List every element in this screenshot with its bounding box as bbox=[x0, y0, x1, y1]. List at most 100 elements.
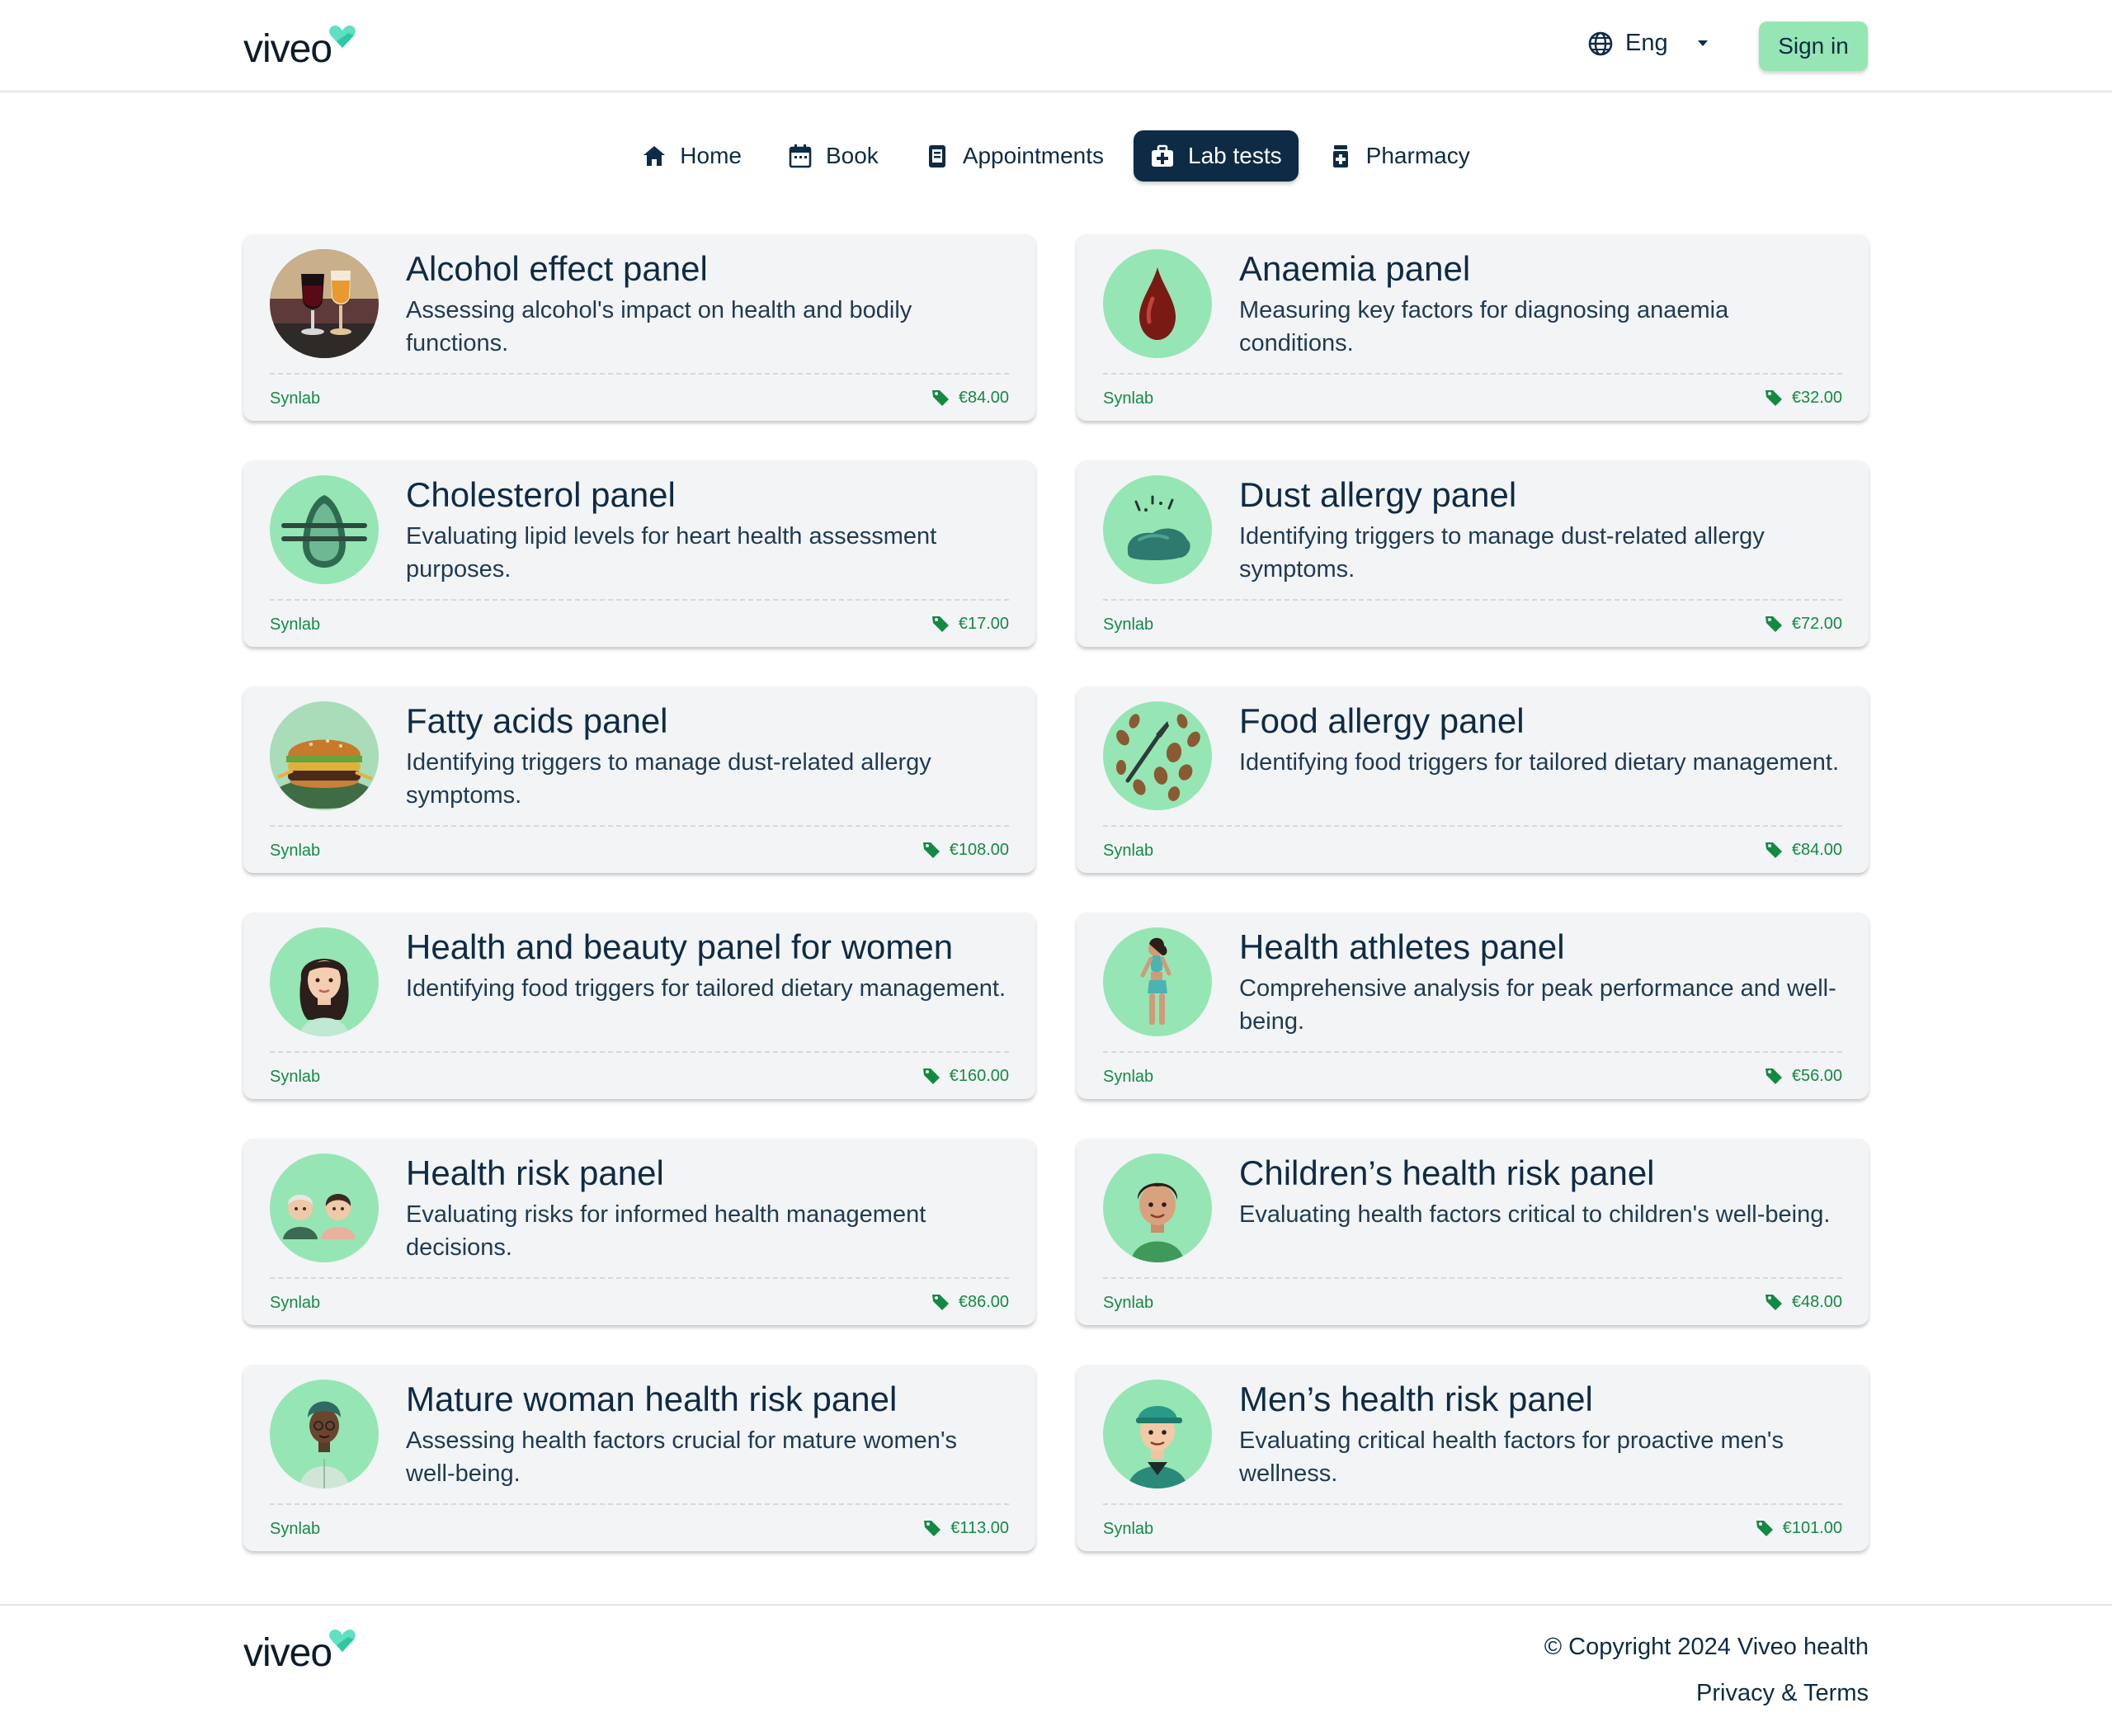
provider-label: Synlab bbox=[270, 389, 321, 408]
lab-test-card[interactable]: Men’s health risk panel Evaluating criti… bbox=[1077, 1365, 1869, 1551]
card-description: Assessing health factors crucial for mat… bbox=[406, 1427, 957, 1487]
provider-label: Synlab bbox=[270, 1068, 321, 1086]
wine-glasses-image bbox=[270, 249, 379, 358]
heart-icon bbox=[329, 1630, 356, 1652]
viveo-footer-logo[interactable]: viveo bbox=[243, 1629, 356, 1673]
price: €101.00 bbox=[1755, 1518, 1842, 1538]
divider bbox=[1103, 1051, 1842, 1053]
divider bbox=[1103, 599, 1842, 601]
card-description: Evaluating critical health factors for p… bbox=[1239, 1427, 1784, 1487]
lab-tests-grid: Alcohol effect panel Assessing alcohol's… bbox=[243, 234, 1869, 1551]
price: €84.00 bbox=[931, 388, 1009, 408]
pill-bottle-icon bbox=[1332, 145, 1348, 167]
heart-icon bbox=[329, 26, 356, 48]
price-tag-icon bbox=[924, 1521, 941, 1536]
price-tag-icon bbox=[931, 390, 949, 406]
price: €32.00 bbox=[1764, 388, 1842, 408]
card-title: Food allergy panel bbox=[1239, 701, 1525, 740]
language-selector[interactable]: Eng bbox=[1587, 30, 1709, 57]
provider-label: Synlab bbox=[1103, 1068, 1154, 1086]
lab-test-card[interactable]: Health and beauty panel for women Identi… bbox=[243, 913, 1035, 1099]
price-value: €160.00 bbox=[949, 1066, 1009, 1085]
provider-label: Synlab bbox=[1103, 1294, 1154, 1312]
card-title: Children’s health risk panel bbox=[1239, 1153, 1655, 1192]
card-description: Measuring key factors for diagnosing ana… bbox=[1239, 297, 1729, 356]
logo-wordmark: viveo bbox=[243, 1631, 332, 1675]
copyright-text: © Copyright 2024 Viveo health bbox=[1544, 1634, 1869, 1660]
card-title: Alcohol effect panel bbox=[406, 249, 708, 288]
sign-in-button[interactable]: Sign in bbox=[1759, 21, 1868, 71]
price-value: €86.00 bbox=[958, 1292, 1009, 1311]
price-value: €113.00 bbox=[950, 1518, 1009, 1537]
divider bbox=[270, 1051, 1009, 1053]
lab-test-card[interactable]: Anaemia panel Measuring key factors for … bbox=[1077, 234, 1869, 421]
divider bbox=[270, 825, 1009, 827]
price-tag-icon bbox=[922, 1068, 940, 1084]
price: €72.00 bbox=[1764, 614, 1842, 634]
nav-appointments[interactable]: Appointments bbox=[908, 130, 1120, 182]
price-value: €108.00 bbox=[949, 840, 1009, 859]
lab-test-card[interactable]: Children’s health risk panel Evaluating … bbox=[1077, 1139, 1869, 1325]
avocado-image bbox=[270, 475, 379, 584]
price: €48.00 bbox=[1764, 1292, 1842, 1312]
price: €108.00 bbox=[922, 840, 1009, 860]
lab-test-card[interactable]: Dust allergy panel Identifying triggers … bbox=[1077, 460, 1869, 647]
price: €160.00 bbox=[922, 1066, 1009, 1086]
divider bbox=[270, 599, 1009, 601]
blood-drop-image bbox=[1103, 249, 1212, 358]
card-title: Health and beauty panel for women bbox=[406, 927, 954, 966]
privacy-terms-link[interactable]: Privacy & Terms bbox=[1696, 1680, 1869, 1707]
card-description: Identifying triggers to manage dust-rela… bbox=[1239, 523, 1765, 583]
provider-label: Synlab bbox=[1103, 1520, 1154, 1538]
dust-pile-image bbox=[1103, 475, 1212, 584]
burger-image bbox=[270, 701, 379, 810]
nav-appointments-label: Appointments bbox=[962, 143, 1105, 168]
lab-test-card[interactable]: Food allergy panel Identifying food trig… bbox=[1077, 686, 1869, 873]
price-tag-icon bbox=[931, 616, 949, 632]
price-value: €101.00 bbox=[1782, 1518, 1842, 1537]
card-title: Health athletes panel bbox=[1239, 927, 1565, 966]
price-value: €84.00 bbox=[958, 388, 1009, 407]
lab-test-card[interactable]: Health athletes panel Comprehensive anal… bbox=[1077, 913, 1869, 1099]
lab-test-card[interactable]: Fatty acids panel Identifying triggers t… bbox=[243, 686, 1035, 873]
nav-pharmacy[interactable]: Pharmacy bbox=[1312, 130, 1487, 182]
couple-image bbox=[270, 1153, 379, 1262]
price: €86.00 bbox=[931, 1292, 1009, 1312]
nav-book-label: Book bbox=[825, 143, 879, 168]
price-tag-icon bbox=[922, 842, 940, 858]
divider bbox=[1103, 1277, 1842, 1279]
divider bbox=[1103, 1503, 1842, 1505]
viveo-logo[interactable]: viveo bbox=[243, 25, 356, 69]
nav-home[interactable]: Home bbox=[625, 130, 758, 182]
provider-label: Synlab bbox=[270, 1520, 321, 1538]
child-image bbox=[1103, 1153, 1212, 1262]
nuts-image bbox=[1103, 701, 1212, 810]
price-value: €56.00 bbox=[1791, 1066, 1842, 1085]
price-value: €48.00 bbox=[1791, 1292, 1842, 1311]
athlete-image bbox=[1103, 927, 1212, 1036]
nav-home-label: Home bbox=[680, 143, 742, 168]
nav-lab-tests[interactable]: Lab tests bbox=[1134, 130, 1299, 182]
price-tag-icon bbox=[1756, 1521, 1773, 1536]
calendar-icon bbox=[789, 144, 812, 168]
price: €84.00 bbox=[1764, 840, 1842, 860]
top-header: viveo Eng Sign in bbox=[0, 0, 2112, 92]
man-cap-image bbox=[1103, 1380, 1212, 1488]
lab-test-card[interactable]: Health risk panel Evaluating risks for i… bbox=[243, 1139, 1035, 1325]
divider bbox=[270, 1277, 1009, 1279]
medical-kit-icon bbox=[1152, 144, 1174, 167]
card-description: Comprehensive analysis for peak performa… bbox=[1239, 975, 1836, 1035]
card-description: Identifying food triggers for tailored d… bbox=[1239, 749, 1840, 776]
lab-test-card[interactable]: Cholesterol panel Evaluating lipid level… bbox=[243, 460, 1035, 647]
woman-image bbox=[270, 927, 379, 1036]
price-value: €84.00 bbox=[1791, 840, 1842, 859]
lab-test-card[interactable]: Mature woman health risk panel Assessing… bbox=[243, 1365, 1035, 1551]
caret-down-icon bbox=[1697, 40, 1708, 46]
provider-label: Synlab bbox=[1103, 389, 1154, 408]
provider-label: Synlab bbox=[270, 1294, 321, 1312]
nav-book[interactable]: Book bbox=[771, 130, 895, 182]
price: €113.00 bbox=[922, 1518, 1009, 1538]
lab-test-card[interactable]: Alcohol effect panel Assessing alcohol's… bbox=[243, 234, 1035, 421]
home-icon bbox=[644, 146, 666, 166]
clipboard-icon bbox=[928, 145, 945, 167]
